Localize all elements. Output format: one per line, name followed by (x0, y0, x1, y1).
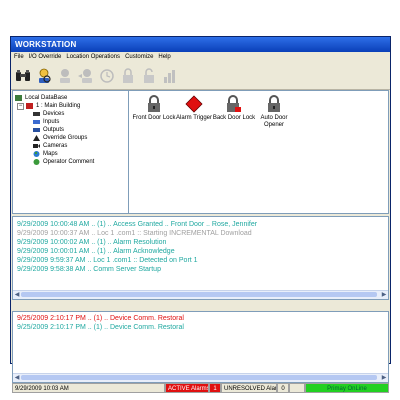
database-tree: Local DataBase − 1 : Main Building Devic… (12, 90, 129, 214)
lock-button[interactable] (118, 65, 138, 87)
device-front-door-lock[interactable]: Front Door Lock (132, 95, 176, 122)
tree-item-label: Operator Comment (43, 159, 95, 165)
tree-item-maps[interactable]: Maps (15, 150, 126, 158)
device-label: Front Door Lock (132, 115, 176, 121)
event-row[interactable]: 9/29/2009 10:00:01 AM .. (1) .. Alarm Ac… (17, 247, 384, 256)
person-gear-icon (60, 69, 70, 83)
alarm-row[interactable]: 9/25/2009 2:10:17 PM .. (1) .. Device Co… (17, 323, 384, 332)
tree-root-label: Local DataBase (25, 95, 68, 101)
search-person-button[interactable] (34, 65, 54, 87)
tree-building-label: 1 : Main Building (36, 103, 81, 109)
primary-online-indicator: Primay OnLine (305, 383, 389, 393)
tree-item-devices[interactable]: Devices (15, 110, 126, 118)
event-log-scrollbar[interactable]: ◀ ▶ (13, 290, 388, 299)
tree-item-outputs[interactable]: Outputs (15, 126, 126, 134)
chart-icon (164, 70, 175, 83)
window-title: WORKSTATION (11, 37, 390, 52)
tree-item-label: Outputs (43, 127, 65, 133)
padlock-alarm-icon (227, 95, 241, 112)
alarm-log: 9/25/2009 2:10:17 PM .. (1) .. Device Co… (12, 311, 389, 383)
padlock-icon (148, 95, 160, 112)
inputs-icon (33, 120, 40, 124)
alarm-row[interactable]: 9/25/2009 2:10:17 PM .. (1) .. Device Co… (17, 314, 384, 323)
device-label: Alarm Trigger (175, 115, 212, 121)
scroll-left-icon[interactable]: ◀ (13, 374, 21, 382)
globe-icon (33, 151, 40, 157)
person-arrow-button[interactable] (76, 65, 96, 87)
device-label: Auto Door Opener (260, 115, 288, 128)
workstation-window: WORKSTATION File I/O Override Location O… (10, 36, 391, 393)
unresolved-alarms-label: UNRESOLVED Alarms (221, 383, 277, 393)
database-icon (15, 95, 22, 101)
active-alarms-label: ACTIVE Alarms (165, 383, 209, 393)
menu-location-operations[interactable]: Location Operations (66, 52, 120, 63)
clock-button[interactable] (97, 65, 117, 87)
status-bar: 9/29/2009 10:03 AM ACTIVE Alarms 1 UNRES… (12, 383, 389, 393)
scroll-right-icon[interactable]: ▶ (380, 291, 388, 299)
menu-customize[interactable]: Customize (125, 52, 153, 63)
toolbar (11, 63, 390, 90)
camera-icon (33, 144, 40, 148)
expand-icon[interactable]: − (17, 102, 24, 110)
menu-bar: File I/O Override Location Operations Cu… (11, 52, 390, 63)
tree-item-label: Maps (43, 151, 58, 157)
clock-icon (100, 69, 114, 83)
scroll-thumb[interactable] (21, 292, 377, 297)
event-log: 9/29/2009 10:00:48 AM .. (1) .. Access G… (12, 216, 389, 300)
binoculars-button[interactable] (13, 65, 33, 87)
device-auto-door-opener[interactable]: Auto Door Opener (252, 95, 296, 129)
tree-item-override-groups[interactable]: Override Groups (15, 134, 126, 142)
menu-io-override[interactable]: I/O Override (29, 52, 62, 63)
event-row[interactable]: 9/29/2009 10:00:02 AM .. (1) .. Alarm Re… (17, 238, 384, 247)
override-groups-icon (33, 135, 40, 141)
status-spacer (289, 383, 305, 393)
tree-building[interactable]: − 1 : Main Building (15, 102, 126, 110)
lock-open-button[interactable] (139, 65, 159, 87)
menu-file[interactable]: File (14, 52, 24, 63)
alarm-diamond-icon (185, 95, 203, 113)
event-row[interactable]: 9/29/2009 9:58:38 AM .. Comm Server Star… (17, 265, 384, 274)
lock-icon (123, 68, 133, 83)
building-icon (26, 103, 33, 109)
scroll-left-icon[interactable]: ◀ (13, 291, 21, 299)
device-icons-pane: Front Door Lock Alarm Trigger Back Door … (129, 90, 389, 214)
device-back-door-lock[interactable]: Back Door Lock (212, 95, 256, 122)
tree-item-cameras[interactable]: Cameras (15, 142, 126, 150)
person-gear-button[interactable] (55, 65, 75, 87)
tree-root[interactable]: Local DataBase (15, 94, 126, 102)
active-alarms-count: 1 (209, 383, 221, 393)
top-panes: Local DataBase − 1 : Main Building Devic… (12, 90, 389, 214)
device-label: Back Door Lock (212, 115, 256, 121)
scroll-thumb[interactable] (21, 375, 377, 380)
event-row[interactable]: 9/29/2009 10:00:37 AM .. Loc 1 .com1 :: … (17, 229, 384, 238)
pane-splitter[interactable] (12, 301, 389, 310)
search-person-icon (39, 68, 51, 83)
scroll-right-icon[interactable]: ▶ (380, 374, 388, 382)
tree-item-label: Cameras (43, 143, 68, 149)
padlock-icon (268, 95, 280, 112)
status-datetime: 9/29/2009 10:03 AM (12, 383, 165, 393)
alarm-log-scrollbar[interactable]: ◀ ▶ (13, 373, 388, 382)
tree-item-label: Devices (43, 111, 65, 117)
comment-icon (33, 159, 40, 165)
person-arrow-icon (78, 69, 92, 83)
unresolved-alarms-count: 0 (277, 383, 289, 393)
device-alarm-trigger[interactable]: Alarm Trigger (172, 95, 216, 122)
outputs-icon (33, 128, 40, 132)
tree-item-label: Inputs (43, 119, 60, 125)
event-row[interactable]: 9/29/2009 10:00:48 AM .. (1) .. Access G… (17, 220, 384, 229)
tree-item-label: Override Groups (43, 135, 88, 141)
binoculars-icon (16, 70, 30, 81)
menu-help[interactable]: Help (158, 52, 170, 63)
chart-button[interactable] (160, 65, 180, 87)
devices-icon (33, 112, 40, 116)
lock-open-icon (144, 68, 154, 83)
event-row[interactable]: 9/29/2009 9:59:37 AM .. Loc 1 .com1 :: D… (17, 256, 384, 265)
tree-item-inputs[interactable]: Inputs (15, 118, 126, 126)
tree-item-operator-comment[interactable]: Operator Comment (15, 158, 126, 166)
